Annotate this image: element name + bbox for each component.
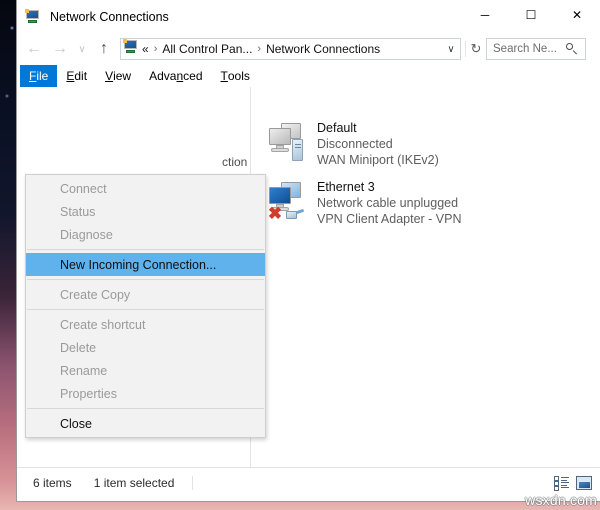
menu-item-new-incoming-connection[interactable]: New Incoming Connection... bbox=[26, 253, 265, 276]
connection-device: VPN Client Adapter - VPN bbox=[317, 211, 462, 227]
menu-bar: File Edit View Advanced Tools bbox=[17, 65, 600, 87]
search-input[interactable]: Search Ne... bbox=[493, 43, 564, 55]
navigation-bar: ← → ∨ ↑ « › All Control Pan... › bbox=[17, 33, 600, 65]
breadcrumb-item-control-panel[interactable]: All Control Pan... bbox=[162, 42, 252, 56]
connection-name: Default bbox=[317, 120, 439, 136]
menu-item-delete[interactable]: Delete bbox=[26, 336, 265, 359]
menu-item-connect[interactable]: Connect bbox=[26, 177, 265, 200]
list-item[interactable]: Default Disconnected WAN Miniport (IKEv2… bbox=[251, 115, 600, 174]
connection-status: Disconnected bbox=[317, 136, 439, 152]
menu-tools[interactable]: Tools bbox=[212, 65, 259, 87]
view-mode-buttons bbox=[554, 476, 592, 490]
list-item-occluded-text: ction bbox=[222, 155, 247, 169]
maximize-icon: ☐ bbox=[526, 9, 537, 21]
list-item-text: Default Disconnected WAN Miniport (IKEv2… bbox=[317, 119, 439, 168]
content-area: ▾ ? ction Ar... ntr... -A... bbox=[17, 87, 600, 467]
menu-item-properties[interactable]: Properties bbox=[26, 382, 265, 405]
error-x-icon: ✖ bbox=[267, 206, 283, 222]
connection-device: WAN Miniport (IKEv2) bbox=[317, 152, 439, 168]
menu-item-rename[interactable]: Rename bbox=[26, 359, 265, 382]
minimize-icon: ─ bbox=[481, 9, 490, 21]
up-arrow-icon: ↑ bbox=[100, 40, 108, 58]
item-count-label: 6 items bbox=[33, 476, 72, 490]
caption-buttons: ─ ☐ ✕ bbox=[462, 0, 600, 30]
search-icon bbox=[564, 41, 580, 57]
back-arrow-icon: ← bbox=[26, 40, 42, 58]
connection-name: Ethernet 3 bbox=[317, 179, 462, 195]
title-bar[interactable]: Network Connections ─ ☐ ✕ bbox=[17, 0, 600, 33]
file-list-right-column[interactable]: Default Disconnected WAN Miniport (IKEv2… bbox=[251, 87, 600, 467]
large-icons-view-icon[interactable] bbox=[576, 476, 592, 490]
menu-view[interactable]: View bbox=[96, 65, 140, 87]
close-icon: ✕ bbox=[572, 9, 582, 21]
status-bar: 6 items 1 item selected bbox=[17, 467, 600, 498]
menu-edit[interactable]: Edit bbox=[57, 65, 96, 87]
menu-item-create-shortcut[interactable]: Create shortcut bbox=[26, 313, 265, 336]
network-adapter-icon: ✖ bbox=[265, 180, 309, 224]
file-menu-dropdown[interactable]: Connect Status Diagnose New Incoming Con… bbox=[25, 174, 266, 438]
search-box[interactable]: Search Ne... bbox=[486, 38, 586, 60]
address-network-connection-icon bbox=[123, 39, 139, 60]
refresh-icon: ↻ bbox=[471, 41, 482, 56]
network-adapter-icon bbox=[265, 121, 309, 165]
window-title: Network Connections bbox=[50, 10, 169, 24]
list-item[interactable]: ✖ Ethernet 3 Network cable unplugged VPN… bbox=[251, 174, 600, 233]
breadcrumb-item-network-connections[interactable]: Network Connections bbox=[266, 42, 380, 56]
breadcrumb-separator-icon: › bbox=[257, 43, 261, 55]
server-overlay-icon bbox=[292, 139, 303, 161]
network-connections-window: Network Connections ─ ☐ ✕ ← → ∨ ↑ bbox=[16, 0, 600, 502]
menu-separator bbox=[27, 279, 264, 280]
unplugged-cable-icon bbox=[286, 209, 304, 220]
menu-item-close[interactable]: Close bbox=[26, 412, 265, 435]
breadcrumb-overflow[interactable]: « bbox=[142, 42, 149, 56]
menu-separator bbox=[27, 408, 264, 409]
menu-separator bbox=[27, 309, 264, 310]
address-dropdown-button[interactable]: ∨ bbox=[442, 44, 460, 55]
maximize-button[interactable]: ☐ bbox=[508, 0, 554, 30]
menu-file[interactable]: File bbox=[20, 65, 57, 87]
connection-status: Network cable unplugged bbox=[317, 195, 462, 211]
selection-count-label: 1 item selected bbox=[94, 476, 194, 490]
list-item-text: Ethernet 3 Network cable unplugged VPN C… bbox=[317, 178, 462, 227]
breadcrumb: « › All Control Pan... › Network Connect… bbox=[142, 42, 442, 56]
recent-locations-button[interactable]: ∨ bbox=[73, 36, 91, 62]
details-view-icon[interactable] bbox=[554, 476, 569, 490]
chevron-down-icon: ∨ bbox=[78, 44, 85, 55]
address-bar[interactable]: « › All Control Pan... › Network Connect… bbox=[120, 38, 461, 60]
breadcrumb-separator-icon: › bbox=[154, 43, 158, 55]
menu-item-status[interactable]: Status bbox=[26, 200, 265, 223]
back-button[interactable]: ← bbox=[21, 36, 47, 62]
menu-item-create-copy[interactable]: Create Copy bbox=[26, 283, 265, 306]
up-button[interactable]: ↑ bbox=[91, 36, 117, 62]
forward-button[interactable]: → bbox=[47, 36, 73, 62]
minimize-button[interactable]: ─ bbox=[462, 0, 508, 30]
menu-advanced[interactable]: Advanced bbox=[140, 65, 211, 87]
refresh-button[interactable]: ↻ bbox=[465, 41, 486, 57]
network-connection-icon bbox=[25, 9, 41, 25]
menu-item-diagnose[interactable]: Diagnose bbox=[26, 223, 265, 246]
menu-separator bbox=[27, 249, 264, 250]
forward-arrow-icon: → bbox=[52, 40, 68, 58]
chevron-down-icon: ∨ bbox=[447, 44, 454, 55]
close-button[interactable]: ✕ bbox=[554, 0, 600, 30]
